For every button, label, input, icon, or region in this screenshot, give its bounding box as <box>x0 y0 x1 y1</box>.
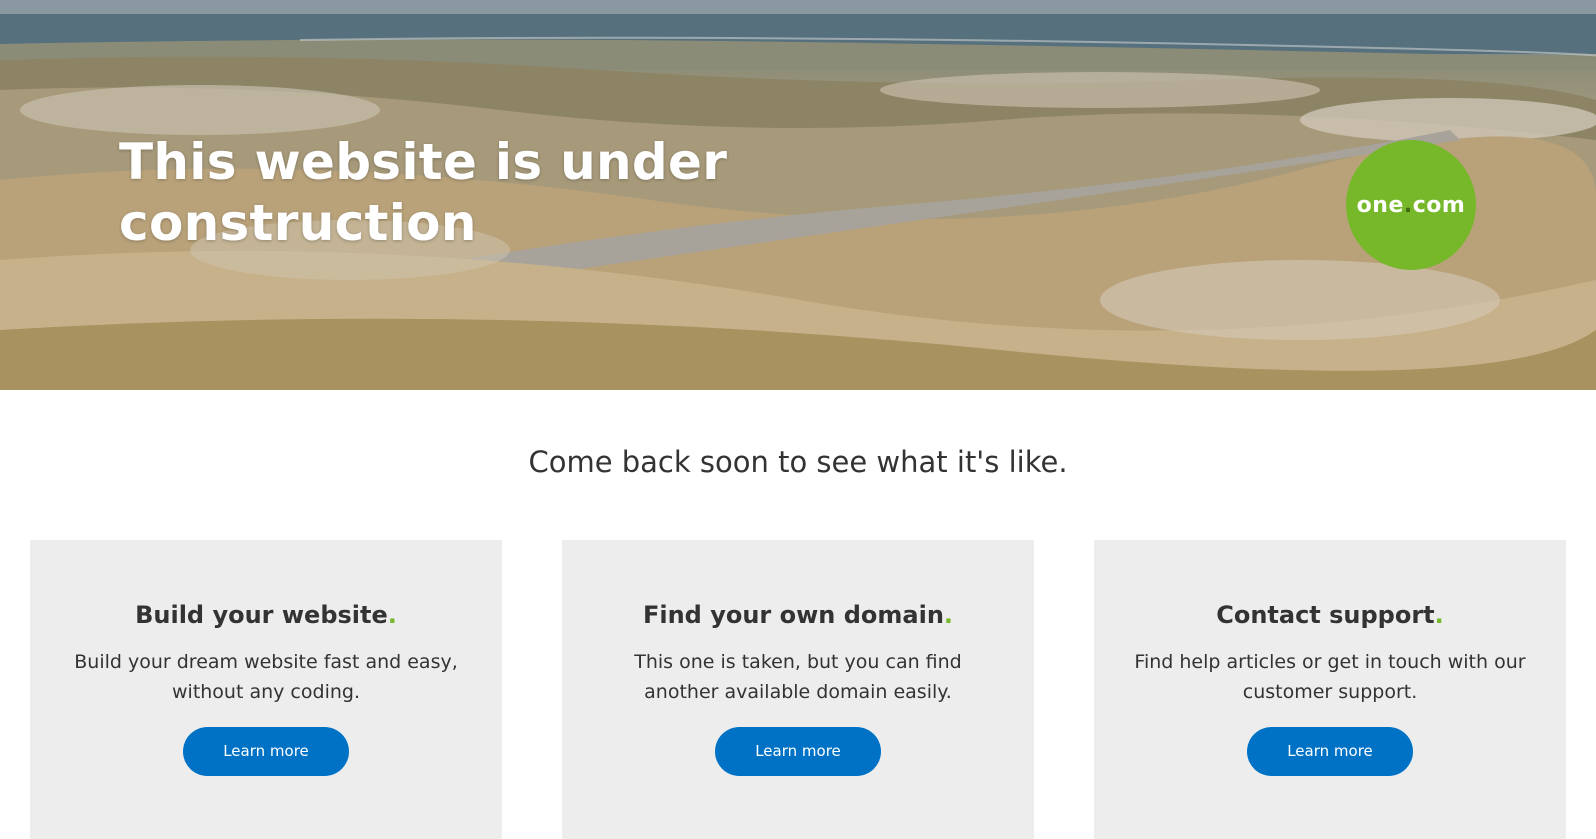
learn-more-button-build[interactable]: Learn more <box>183 727 349 776</box>
card-title-text: Contact support <box>1216 601 1435 629</box>
logo-dot: . <box>1403 192 1413 218</box>
card-title: Find your own domain. <box>562 600 1034 630</box>
page-title: This website is under construction <box>119 133 728 252</box>
card-build-website: Build your website. Build your dream web… <box>30 540 502 839</box>
card-title-text: Find your own domain <box>642 601 944 629</box>
one-com-logo[interactable]: one. com <box>1346 140 1476 270</box>
card-contact-support: Contact support. Find help articles or g… <box>1094 540 1566 839</box>
card-find-domain: Find your own domain. This one is taken,… <box>562 540 1034 839</box>
logo-text-com: com <box>1412 192 1466 218</box>
card-description: This one is taken, but you can find anot… <box>634 651 962 703</box>
card-title-accent-dot: . <box>943 601 954 629</box>
card-description: Find help articles or get in touch with … <box>1134 651 1526 703</box>
card-title: Contact support. <box>1094 600 1566 630</box>
learn-more-button-support[interactable]: Learn more <box>1247 727 1413 776</box>
card-title-text: Build your website <box>135 601 388 629</box>
learn-more-button-domain[interactable]: Learn more <box>715 727 881 776</box>
hero-banner: This website is under construction one. c… <box>0 0 1596 390</box>
logo-text-one: one <box>1356 192 1404 218</box>
card-title-accent-dot: . <box>1434 601 1444 629</box>
card-title-accent-dot: . <box>387 601 397 629</box>
card-title: Build your website. <box>30 600 502 630</box>
tagline: Come back soon to see what it's like. <box>528 445 1068 479</box>
card-description: Build your dream website fast and easy, … <box>74 651 458 703</box>
